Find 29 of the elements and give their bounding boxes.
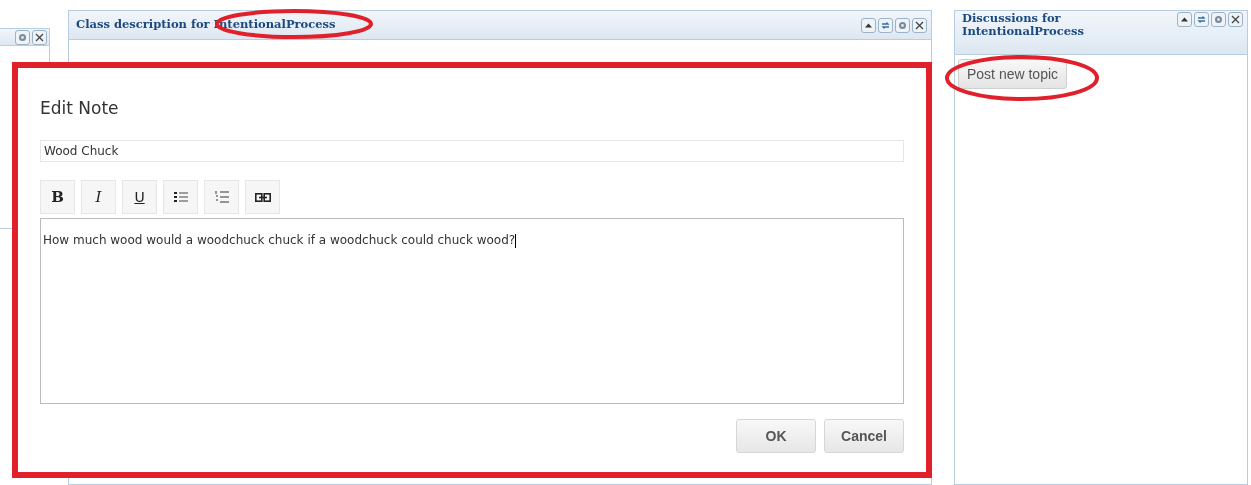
numbered-list-button[interactable] [204, 180, 239, 214]
collapse-button[interactable] [1177, 12, 1192, 27]
ok-button[interactable]: OK [736, 419, 816, 453]
arrows-icon [1196, 14, 1207, 25]
gear-icon [1213, 14, 1224, 25]
link-button[interactable] [245, 180, 280, 214]
gear-icon [17, 31, 28, 43]
bullet-list-icon [173, 191, 188, 203]
close-icon [34, 31, 45, 43]
post-topic-button[interactable]: Post new topic [958, 59, 1068, 89]
close-icon [1230, 14, 1241, 25]
dialog-title: Edit Note [40, 98, 120, 118]
gear-icon [897, 19, 908, 31]
panel-title: Discussions for IntentionalProcess [962, 12, 1085, 39]
underline-button[interactable]: U [122, 180, 157, 214]
arrows-icon [880, 19, 891, 31]
collapse-button[interactable] [861, 17, 876, 33]
close-button[interactable] [912, 17, 927, 33]
numbered-list-icon [214, 190, 229, 204]
cancel-button[interactable]: Cancel [824, 419, 904, 453]
subject-field[interactable]: Wood Chuck [40, 140, 904, 162]
link-icon [254, 192, 271, 202]
note-text-area[interactable]: How much wood would a woodchuck chuck if a woodchuck could chuck wood? [40, 218, 904, 404]
bullet-list-button[interactable] [163, 180, 198, 214]
italic-button[interactable]: I [81, 180, 116, 214]
close-button[interactable] [32, 29, 47, 45]
close-button[interactable] [1228, 12, 1243, 27]
bold-button[interactable]: B [40, 180, 75, 214]
close-icon [914, 19, 925, 31]
